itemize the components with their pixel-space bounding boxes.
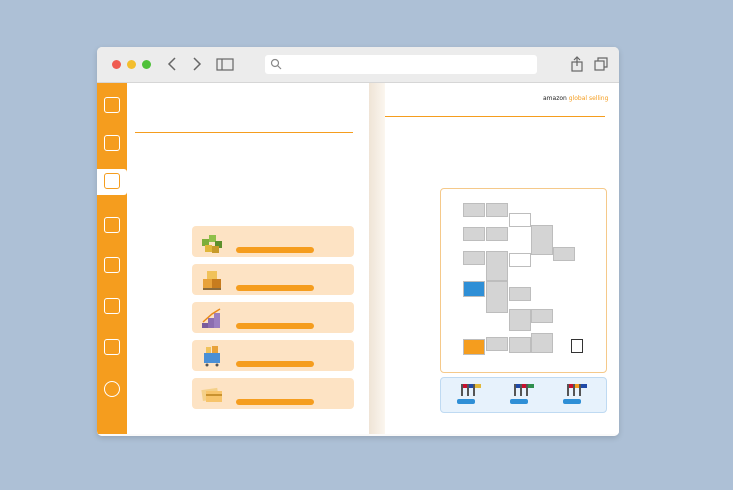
flags-icon: [553, 382, 601, 396]
marketplace-links: [440, 377, 607, 413]
sidebar-icon: [216, 58, 234, 71]
marketplace-card: [500, 382, 548, 408]
globe-icon: [104, 381, 120, 397]
tree-node: [463, 227, 485, 241]
sidenav-item-home[interactable]: [100, 97, 124, 115]
blocks-art: [202, 235, 222, 253]
book-spine: [369, 83, 385, 434]
forward-button[interactable]: [186, 54, 206, 74]
tree-node: [531, 225, 553, 255]
chevron-left-icon: [167, 57, 176, 71]
sidebar-toggle-button[interactable]: [215, 54, 235, 74]
tree-node: [531, 309, 553, 323]
grid-icon: [104, 298, 120, 314]
stairs-art: [202, 308, 221, 328]
card-link-button[interactable]: [236, 399, 314, 405]
flags-icon: [447, 382, 495, 396]
address-bar[interactable]: [265, 55, 537, 74]
tree-node: [486, 203, 508, 217]
card-link-button[interactable]: [236, 285, 314, 291]
sidenav-item-document[interactable]: [97, 169, 127, 195]
option-card: [192, 378, 354, 409]
option-card: [192, 302, 354, 333]
left-page: [97, 83, 370, 434]
right-page: amazon global selling: [385, 83, 619, 434]
search-icon: [270, 58, 282, 70]
cart-art: [204, 346, 220, 367]
close-window-button[interactable]: [112, 60, 121, 69]
marketplace-button[interactable]: [457, 399, 475, 404]
flags-icon: [500, 382, 548, 396]
tree-node: [486, 227, 508, 241]
sidenav-item-chart[interactable]: [100, 257, 124, 275]
sidenav-item-grid[interactable]: [100, 298, 124, 316]
tabs-icon: [594, 57, 608, 71]
tree-node: [553, 247, 575, 261]
share-button[interactable]: [567, 54, 587, 74]
tree-node: [509, 337, 531, 353]
marketplace-button[interactable]: [563, 399, 581, 404]
sidenav-item-cart[interactable]: [100, 339, 124, 357]
list-icon: [104, 217, 120, 233]
home-icon: [104, 97, 120, 113]
option-card: [192, 340, 354, 371]
marketplace-card: [553, 382, 601, 408]
option-card: [192, 264, 354, 295]
card-link-button[interactable]: [236, 361, 314, 367]
browser-toolbar: [97, 47, 619, 83]
marketplace-card: [447, 382, 495, 408]
tree-node: [509, 309, 531, 331]
tree-node: [509, 253, 531, 267]
cards-art: [201, 387, 222, 402]
card-link-button[interactable]: [236, 247, 314, 253]
category-tree-diagram: [440, 188, 607, 373]
cart-icon: [104, 339, 120, 355]
tree-node: [486, 281, 508, 313]
tabs-button[interactable]: [591, 54, 611, 74]
tree-node-selected: [463, 281, 485, 297]
book-icon: [104, 135, 120, 151]
chart-icon: [104, 257, 120, 273]
ebook-viewer: amazon global selling: [97, 83, 619, 436]
sidenav-item-list[interactable]: [100, 217, 124, 235]
maximize-window-button[interactable]: [142, 60, 151, 69]
tree-node: [509, 213, 531, 227]
side-navigation: [97, 83, 127, 434]
tree-node: [531, 333, 553, 353]
tree-node: [463, 203, 485, 217]
qr-code: [571, 339, 583, 353]
title-divider: [135, 132, 353, 133]
card-link-button[interactable]: [236, 323, 314, 329]
tree-node: [486, 251, 508, 281]
marketplace-button[interactable]: [510, 399, 528, 404]
share-icon: [571, 56, 583, 72]
back-button[interactable]: [163, 54, 183, 74]
sidenav-item-globe[interactable]: [100, 381, 124, 399]
amazon-global-selling-logo: amazon global selling: [543, 95, 609, 102]
option-card: [192, 226, 354, 257]
tree-node: [463, 251, 485, 265]
tree-node: [509, 287, 531, 301]
boxes-art: [203, 271, 221, 290]
minimize-window-button[interactable]: [127, 60, 136, 69]
chevron-right-icon: [193, 57, 202, 71]
tree-node: [486, 337, 508, 351]
document-icon: [104, 173, 120, 189]
header-divider: [385, 116, 605, 117]
sidenav-item-book[interactable]: [100, 135, 124, 153]
browser-window: amazon global selling: [97, 47, 619, 436]
tree-node-highlighted: [463, 339, 485, 355]
